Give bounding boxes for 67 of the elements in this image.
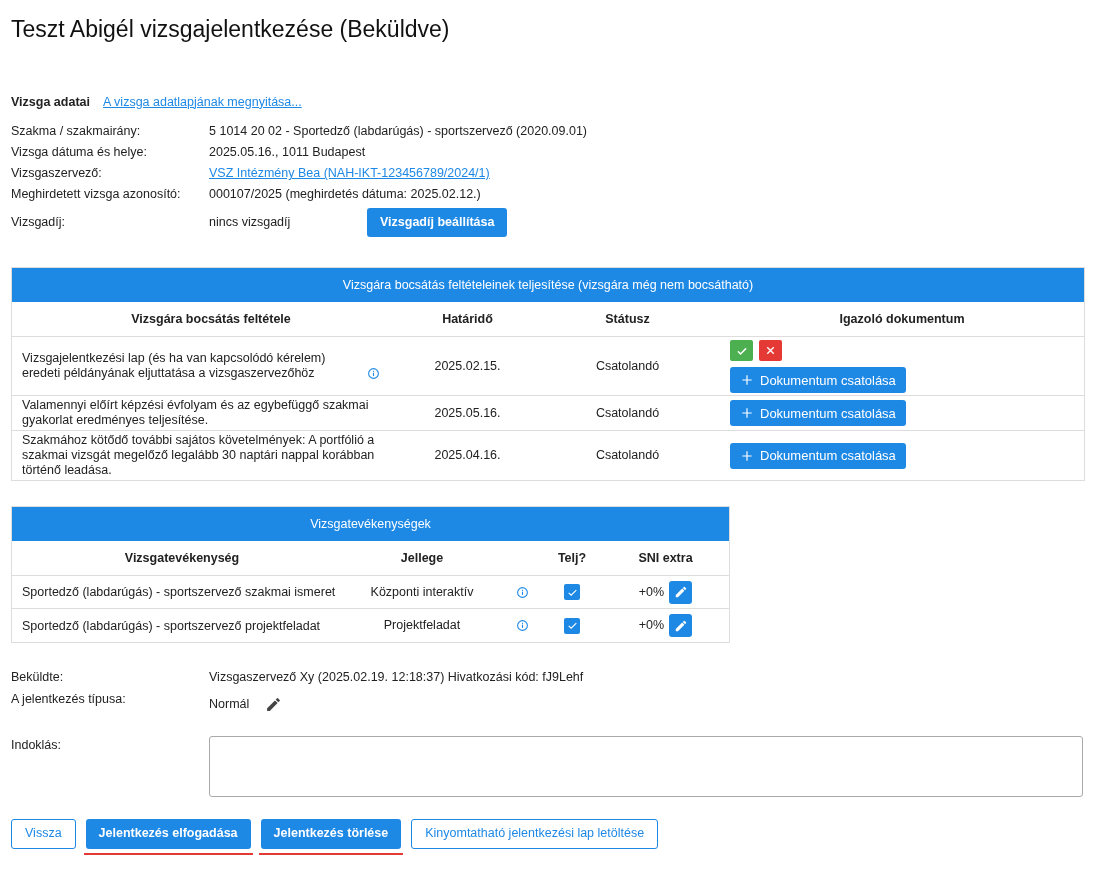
plus-icon bbox=[740, 406, 754, 421]
attach-document-button[interactable]: Dokumentum csatolása bbox=[730, 400, 906, 427]
field-label: Vizsgadíj: bbox=[11, 214, 66, 232]
field-value: 5 1014 20 02 - Sportedző (labdarúgás) - sportszervező (2020.09.01) bbox=[209, 123, 587, 141]
percent-value: +0% bbox=[638, 583, 665, 601]
table-title-bar: Vizsgatevékenységek bbox=[12, 507, 729, 542]
percent-value: +0% bbox=[638, 617, 665, 635]
activity-name: Sportedző (labdarúgás) - sportszervező szakmai ismeret bbox=[21, 584, 337, 601]
status-cell-text: Csatolandó bbox=[594, 357, 661, 375]
action-button[interactable]: Jelentkezés törlése bbox=[260, 818, 402, 849]
table-title-bar: Vizsgára bocsátás feltételeinek teljesítése (vizsgára még nem bocsátható) bbox=[12, 268, 1084, 303]
action-button[interactable]: Kinyomtatható jelentkezési lap letöltése bbox=[411, 818, 659, 849]
table-cell-text: Projektfeladat bbox=[382, 617, 462, 635]
field-value: 000107/2025 (meghirdetés dátuma: 2025.02.12.) bbox=[209, 186, 481, 204]
field-label: Szakma / szakmairány: bbox=[11, 123, 142, 141]
table-cell-text: 2025.04.16. bbox=[433, 447, 502, 465]
field-value: Vizsgaszervező Xy (2025.02.19. 12:18:37) Hivatkozási kód: fJ9Lehf bbox=[209, 669, 584, 687]
exam-fee-button[interactable]: Vizsgadíj beállítása bbox=[367, 208, 508, 238]
info-icon[interactable] bbox=[515, 585, 529, 599]
field-label: Meghirdetett vizsga azonosító: bbox=[11, 186, 182, 204]
column-header: Státusz bbox=[604, 310, 651, 328]
plus-icon bbox=[740, 448, 754, 463]
exam-datasheet-link[interactable]: A vizsga adatlapjának megnyitása... bbox=[103, 92, 302, 112]
condition-text: Valamennyi előírt képzési évfolyam és az egybefüggő szakmai gyakorlat eredményes teljesítése. bbox=[22, 398, 370, 429]
info-icon[interactable] bbox=[515, 619, 529, 633]
justification-field[interactable] bbox=[209, 735, 1083, 797]
section-heading: Vizsga adatai bbox=[11, 93, 90, 111]
edit-button[interactable] bbox=[669, 580, 693, 604]
field-label: Indoklás: bbox=[11, 736, 63, 754]
column-header: SNI extra bbox=[637, 549, 694, 567]
approve-button[interactable] bbox=[730, 340, 753, 362]
field-value: Normál bbox=[209, 696, 250, 713]
reject-button[interactable] bbox=[759, 340, 782, 362]
field-label: Vizsga dátuma és helye: bbox=[11, 144, 148, 162]
checkbox[interactable] bbox=[564, 617, 580, 634]
field-label: Beküldte: bbox=[11, 669, 65, 687]
condition-text: Vizsgajelentkezési lap (és ha van kapcsolódó kérelem) eredeti példányának eljuttatása a vizsgaszervezőhöz bbox=[22, 351, 327, 382]
condition-text: Szakmához kötődő további sajátos követelmények: A portfólió a szakmai vizsgát megelőző legalább 30 naptári nappal korábban történő leadása. bbox=[22, 433, 376, 479]
pencil-icon[interactable] bbox=[265, 695, 283, 713]
field-label: Vizsgaszervező: bbox=[11, 165, 103, 183]
table-cell-text: Központi interaktív bbox=[369, 583, 475, 601]
plus-icon bbox=[740, 373, 754, 388]
action-button[interactable]: Vissza bbox=[11, 818, 76, 849]
checkbox[interactable] bbox=[564, 584, 580, 601]
status-cell-text: Csatolandó bbox=[594, 404, 661, 422]
pencil-icon bbox=[673, 585, 688, 600]
field-value: nincs vizsgadíj bbox=[209, 214, 292, 232]
attach-document-button[interactable]: Dokumentum csatolása bbox=[730, 442, 906, 469]
page-title: Teszt Abigél vizsgajelentkezése (Beküldve) bbox=[11, 15, 451, 44]
edit-button[interactable] bbox=[669, 614, 693, 638]
table-cell-text: 2025.02.15. bbox=[433, 357, 502, 375]
field-value: 2025.05.16., 1011 Budapest bbox=[209, 144, 366, 162]
column-header: Telj? bbox=[556, 549, 588, 567]
action-button[interactable]: Jelentkezés elfogadása bbox=[85, 818, 251, 849]
column-header: Jellege bbox=[399, 549, 445, 567]
field-label: A jelentkezés típusa: bbox=[11, 691, 127, 708]
activity-name: Sportedző (labdarúgás) - sportszervező projektfeladat bbox=[21, 617, 322, 634]
column-header: Határidő bbox=[441, 310, 494, 328]
table-cell-text: 2025.05.16. bbox=[433, 404, 502, 422]
status-cell-text: Csatolandó bbox=[594, 447, 661, 465]
pencil-icon bbox=[673, 618, 688, 633]
attach-document-button[interactable]: Dokumentum csatolása bbox=[730, 367, 906, 394]
column-header: Vizsgára bocsátás feltétele bbox=[130, 310, 292, 328]
organizer-link[interactable]: VSZ Intézmény Bea (NAH-IKT-123456789/2024/1) bbox=[209, 164, 490, 184]
info-icon[interactable] bbox=[367, 367, 380, 381]
column-header: Igazoló dokumentum bbox=[838, 310, 966, 328]
column-header: Vizsgatevékenység bbox=[123, 549, 241, 567]
